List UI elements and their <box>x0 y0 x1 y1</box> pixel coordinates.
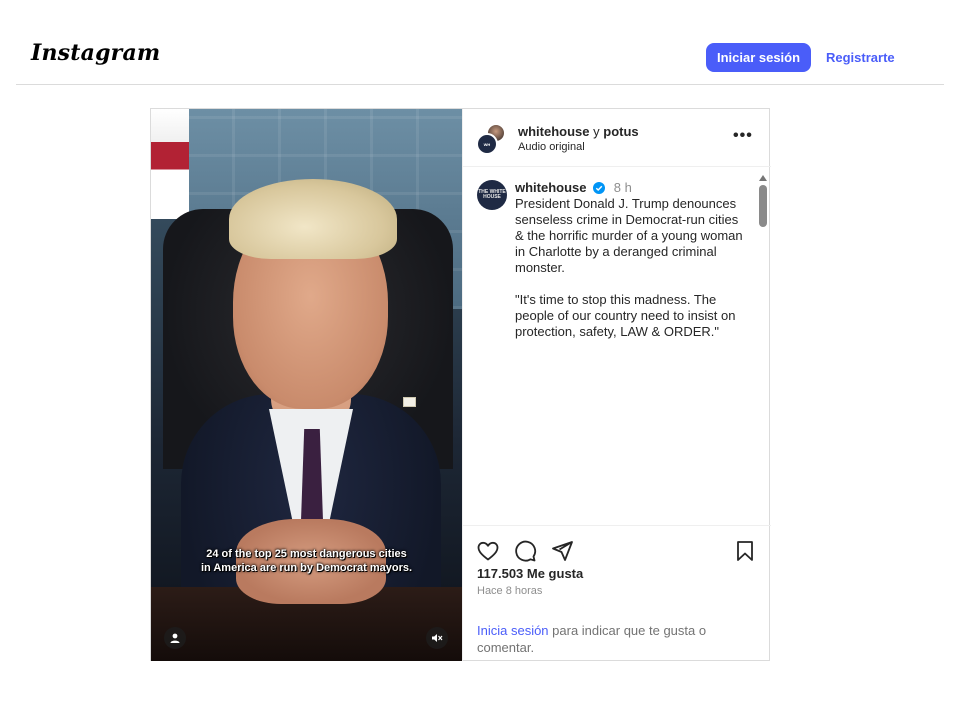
user-icon <box>170 633 180 643</box>
scroll-thumb[interactable] <box>759 185 767 227</box>
audio-label[interactable]: Audio original <box>518 141 585 153</box>
comment-username[interactable]: whitehouse <box>515 180 587 195</box>
comment-meta: whitehouse 8 h <box>515 180 747 196</box>
verified-badge-icon <box>593 182 606 194</box>
comment-avatar[interactable]: THE WHITE HOUSE <box>477 180 507 210</box>
video-flag <box>151 109 189 219</box>
comment-paragraph-1: President Donald J. Trump denounces sens… <box>515 196 743 275</box>
comments-scrollbar[interactable] <box>759 175 767 355</box>
comment-time[interactable]: 8 h <box>614 180 632 195</box>
video-lapel-pin <box>403 397 416 407</box>
video-hair <box>229 179 397 259</box>
login-prompt: Inicia sesión para indicar que te gusta … <box>477 622 747 656</box>
video-caption: 24 of the top 25 most dangerous cities i… <box>151 547 462 575</box>
mute-icon <box>432 634 443 642</box>
post-card: 24 of the top 25 most dangerous cities i… <box>150 108 771 661</box>
author-potus[interactable]: potus <box>603 124 638 139</box>
author-whitehouse[interactable]: whitehouse <box>518 124 590 139</box>
comment-button[interactable] <box>513 539 537 563</box>
post-time-ago[interactable]: Hace 8 horas <box>477 585 542 597</box>
caption-comment: THE WHITE HOUSE whitehouse 8 h President… <box>463 168 771 358</box>
collab-avatars[interactable]: WH <box>476 123 508 155</box>
scroll-up-arrow-icon[interactable] <box>759 175 767 181</box>
post-side-panel: WH whitehouse y potus Audio original •••… <box>462 109 771 661</box>
instagram-logo[interactable]: Instagram <box>31 40 160 66</box>
more-options-button[interactable]: ••• <box>733 127 753 145</box>
heart-icon <box>477 541 499 561</box>
comment-bubble-icon <box>515 540 537 562</box>
caption-line-1: 24 of the top 25 most dangerous cities <box>206 548 407 560</box>
post-actions: 117.503 Me gusta Hace 8 horas Inicia ses… <box>463 525 771 661</box>
whitehouse-avatar: WH <box>476 133 498 155</box>
login-prompt-link[interactable]: Inicia sesión <box>477 623 549 638</box>
signup-link[interactable]: Registrarte <box>826 50 895 65</box>
like-button[interactable] <box>476 539 500 563</box>
top-navigation-bar: Instagram Iniciar sesión Registrarte <box>16 0 944 85</box>
post-header: WH whitehouse y potus Audio original ••• <box>463 109 771 167</box>
tagged-users-button[interactable] <box>164 627 186 649</box>
bookmark-icon <box>737 541 753 561</box>
comment-paragraph-2: "It's time to stop this madness. The peo… <box>515 292 736 339</box>
comment-avatar-text: THE WHITE HOUSE <box>478 189 506 200</box>
comment-body: whitehouse 8 h President Donald J. Trump… <box>515 180 747 340</box>
post-video[interactable]: 24 of the top 25 most dangerous cities i… <box>151 109 462 661</box>
mute-button[interactable] <box>426 627 448 649</box>
post-authors: whitehouse y potus <box>518 124 639 139</box>
save-button[interactable] <box>733 539 757 563</box>
login-button[interactable]: Iniciar sesión <box>706 43 811 72</box>
author-connector: y <box>593 124 600 139</box>
share-button[interactable] <box>550 539 574 563</box>
like-count[interactable]: 117.503 Me gusta <box>477 566 583 581</box>
send-icon <box>552 541 573 561</box>
caption-line-2: in America are run by Democrat mayors. <box>200 562 413 574</box>
